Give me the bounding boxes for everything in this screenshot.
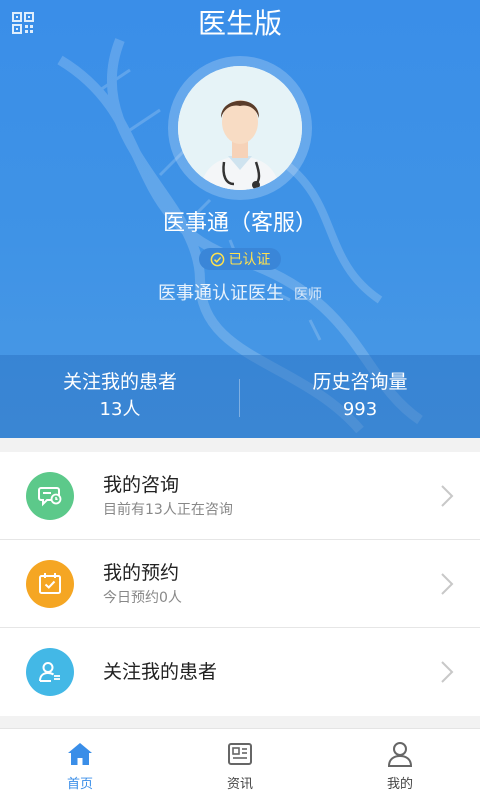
bottom-tab-bar: 首页 资讯 我的 (0, 728, 480, 800)
chevron-right-icon (441, 661, 454, 683)
tab-news[interactable]: 资讯 (160, 729, 320, 800)
patient-icon (26, 648, 74, 696)
chevron-right-icon (441, 573, 454, 595)
history-value: 993 (342, 399, 378, 420)
calendar-icon (26, 560, 74, 608)
followers-stat[interactable]: 关注我的患者 13人 (0, 369, 240, 423)
tab-label: 资讯 (226, 777, 253, 792)
doctor-subline: 医事通认证医生 医师 (0, 280, 480, 309)
chevron-right-icon (441, 485, 454, 507)
followers-value: 13人 (99, 399, 141, 420)
home-icon (68, 743, 92, 765)
doctor-name: 医事通（客服） (162, 211, 317, 236)
menu-item-title: 我的预约 (103, 562, 180, 584)
profile-icon (387, 742, 413, 767)
history-label: 历史咨询量 (312, 371, 408, 393)
tab-home[interactable]: 首页 (0, 729, 160, 800)
stats-bar: 关注我的患者 13人 历史咨询量 993 (0, 355, 480, 438)
profile-header: 医生版 医事通（客服） 已认证 医事通认证医生 医师 关注我的患者 13人 历史… (0, 0, 480, 438)
menu-item-subtitle: 目前有13人正在咨询 (103, 502, 233, 518)
followers-label: 关注我的患者 (62, 371, 177, 393)
history-stat[interactable]: 历史咨询量 993 (240, 369, 480, 423)
menu-item-subtitle: 今日预约0人 (103, 590, 182, 606)
tab-label: 首页 (66, 777, 93, 792)
menu-item-title: 我的咨询 (103, 474, 180, 496)
doctor-org: 医事通认证医生 (158, 283, 284, 304)
avatar[interactable] (178, 66, 302, 190)
menu-item-followers[interactable]: 关注我的患者 (0, 628, 480, 716)
doctor-avatar-icon (178, 66, 302, 190)
page-title: 医生版 (197, 7, 282, 40)
news-icon (228, 743, 252, 765)
doctor-title-tag: 医师 (294, 287, 322, 303)
menu-list: 我的咨询 目前有13人正在咨询 我的预约 今日预约0人 关注我的患者 (0, 452, 480, 716)
tab-profile[interactable]: 我的 (320, 729, 480, 800)
menu-item-consultations[interactable]: 我的咨询 目前有13人正在咨询 (0, 452, 480, 540)
verified-label: 已认证 (228, 252, 271, 268)
check-circle-icon (210, 252, 224, 266)
tab-label: 我的 (386, 777, 413, 792)
menu-item-appointments[interactable]: 我的预约 今日预约0人 (0, 540, 480, 628)
consult-icon (26, 472, 74, 520)
verified-badge: 已认证 (199, 248, 281, 270)
menu-item-title: 关注我的患者 (103, 661, 218, 683)
